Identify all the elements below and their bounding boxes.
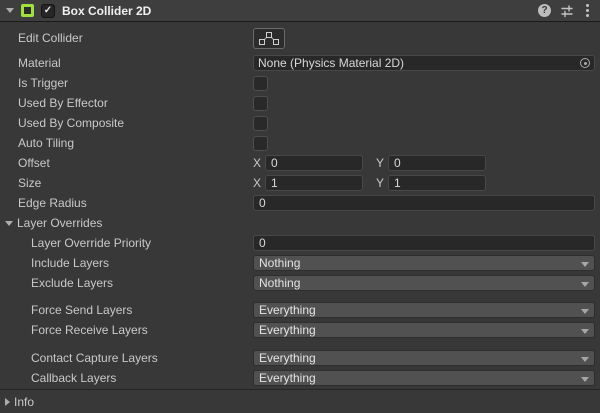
used-by-composite-label: Used By Composite — [18, 116, 253, 130]
edit-collider-button[interactable] — [253, 28, 285, 49]
auto-tiling-checkbox[interactable] — [253, 136, 268, 151]
row-force-receive-layers: Force Receive Layers Everything — [0, 320, 600, 340]
callback-layers-label: Callback Layers — [31, 371, 253, 385]
force-receive-layers-dropdown[interactable]: Everything — [253, 322, 595, 338]
exclude-layers-dropdown[interactable]: Nothing — [253, 275, 595, 291]
edit-collider-label: Edit Collider — [18, 31, 253, 45]
chevron-down-icon — [581, 262, 589, 267]
chevron-down-icon — [581, 377, 589, 382]
auto-tiling-label: Auto Tiling — [18, 136, 253, 150]
material-label: Material — [18, 56, 253, 70]
offset-label: Offset — [18, 156, 253, 170]
size-y-axis-label: Y — [376, 176, 385, 190]
component-enabled-checkbox[interactable] — [41, 4, 55, 18]
row-callback-layers: Callback Layers Everything — [0, 368, 600, 388]
edge-radius-label: Edge Radius — [18, 196, 253, 210]
row-edge-radius: Edge Radius — [0, 193, 600, 213]
size-x-input[interactable] — [265, 175, 363, 191]
row-exclude-layers: Exclude Layers Nothing — [0, 273, 600, 293]
size-label: Size — [18, 176, 253, 190]
row-is-trigger: Is Trigger — [0, 73, 600, 93]
force-send-layers-dropdown[interactable]: Everything — [253, 302, 595, 318]
offset-y-input[interactable] — [388, 155, 486, 171]
is-trigger-label: Is Trigger — [18, 76, 253, 90]
component-title: Box Collider 2D — [62, 4, 151, 18]
contact-capture-layers-label: Contact Capture Layers — [31, 351, 253, 365]
row-force-send-layers: Force Send Layers Everything — [0, 300, 600, 320]
offset-x-axis-label: X — [253, 156, 262, 170]
used-by-effector-label: Used By Effector — [18, 96, 253, 110]
row-contact-capture-layers: Contact Capture Layers Everything — [0, 348, 600, 368]
edit-collider-shape-icon — [259, 32, 279, 45]
component-header: Box Collider 2D — [0, 0, 600, 22]
row-layer-override-priority: Layer Override Priority — [0, 233, 600, 253]
row-material: Material None (Physics Material 2D) — [0, 53, 600, 73]
row-layer-overrides[interactable]: Layer Overrides — [0, 213, 600, 233]
help-icon[interactable] — [538, 4, 551, 17]
row-auto-tiling: Auto Tiling — [0, 133, 600, 153]
force-receive-layers-label: Force Receive Layers — [31, 323, 253, 337]
size-x-axis-label: X — [253, 176, 262, 190]
include-layers-value: Nothing — [259, 256, 300, 270]
layer-overrides-label: Layer Overrides — [17, 216, 252, 230]
exclude-layers-value: Nothing — [259, 276, 300, 290]
component-body: Edit Collider Material None (Physics Mat… — [0, 22, 600, 413]
offset-x-input[interactable] — [265, 155, 363, 171]
object-picker-icon[interactable] — [580, 58, 590, 68]
row-include-layers: Include Layers Nothing — [0, 253, 600, 273]
size-y-input[interactable] — [388, 175, 486, 191]
chevron-down-icon — [581, 309, 589, 314]
layer-override-priority-label: Layer Override Priority — [31, 236, 253, 250]
callback-layers-value: Everything — [259, 371, 316, 385]
used-by-effector-checkbox[interactable] — [253, 96, 268, 111]
force-send-layers-value: Everything — [259, 303, 316, 317]
chevron-down-icon — [581, 282, 589, 287]
edge-radius-input[interactable] — [253, 195, 595, 211]
include-layers-label: Include Layers — [31, 256, 253, 270]
layer-overrides-foldout-arrow-icon[interactable] — [5, 221, 13, 226]
force-send-layers-label: Force Send Layers — [31, 303, 253, 317]
material-value: None (Physics Material 2D) — [258, 56, 580, 70]
contact-capture-layers-dropdown[interactable]: Everything — [253, 350, 595, 366]
row-offset: Offset X Y — [0, 153, 600, 173]
force-receive-layers-value: Everything — [259, 323, 316, 337]
info-foldout-arrow-icon[interactable] — [5, 398, 10, 406]
box-collider-2d-icon — [21, 4, 34, 17]
chevron-down-icon — [581, 357, 589, 362]
is-trigger-checkbox[interactable] — [253, 76, 268, 91]
row-info[interactable]: Info — [0, 389, 600, 413]
info-label: Info — [14, 395, 249, 409]
exclude-layers-label: Exclude Layers — [31, 276, 253, 290]
material-object-field[interactable]: None (Physics Material 2D) — [253, 55, 595, 71]
kebab-menu-icon[interactable] — [583, 3, 592, 18]
chevron-down-icon — [581, 329, 589, 334]
layer-override-priority-input[interactable] — [253, 235, 595, 251]
row-edit-collider: Edit Collider — [0, 25, 600, 51]
callback-layers-dropdown[interactable]: Everything — [253, 370, 595, 386]
used-by-composite-checkbox[interactable] — [253, 116, 268, 131]
offset-y-axis-label: Y — [376, 156, 385, 170]
include-layers-dropdown[interactable]: Nothing — [253, 255, 595, 271]
row-used-by-composite: Used By Composite — [0, 113, 600, 133]
component-foldout-arrow-icon[interactable] — [6, 8, 14, 13]
contact-capture-layers-value: Everything — [259, 351, 316, 365]
row-size: Size X Y — [0, 173, 600, 193]
row-used-by-effector: Used By Effector — [0, 93, 600, 113]
presets-icon[interactable] — [560, 4, 574, 18]
